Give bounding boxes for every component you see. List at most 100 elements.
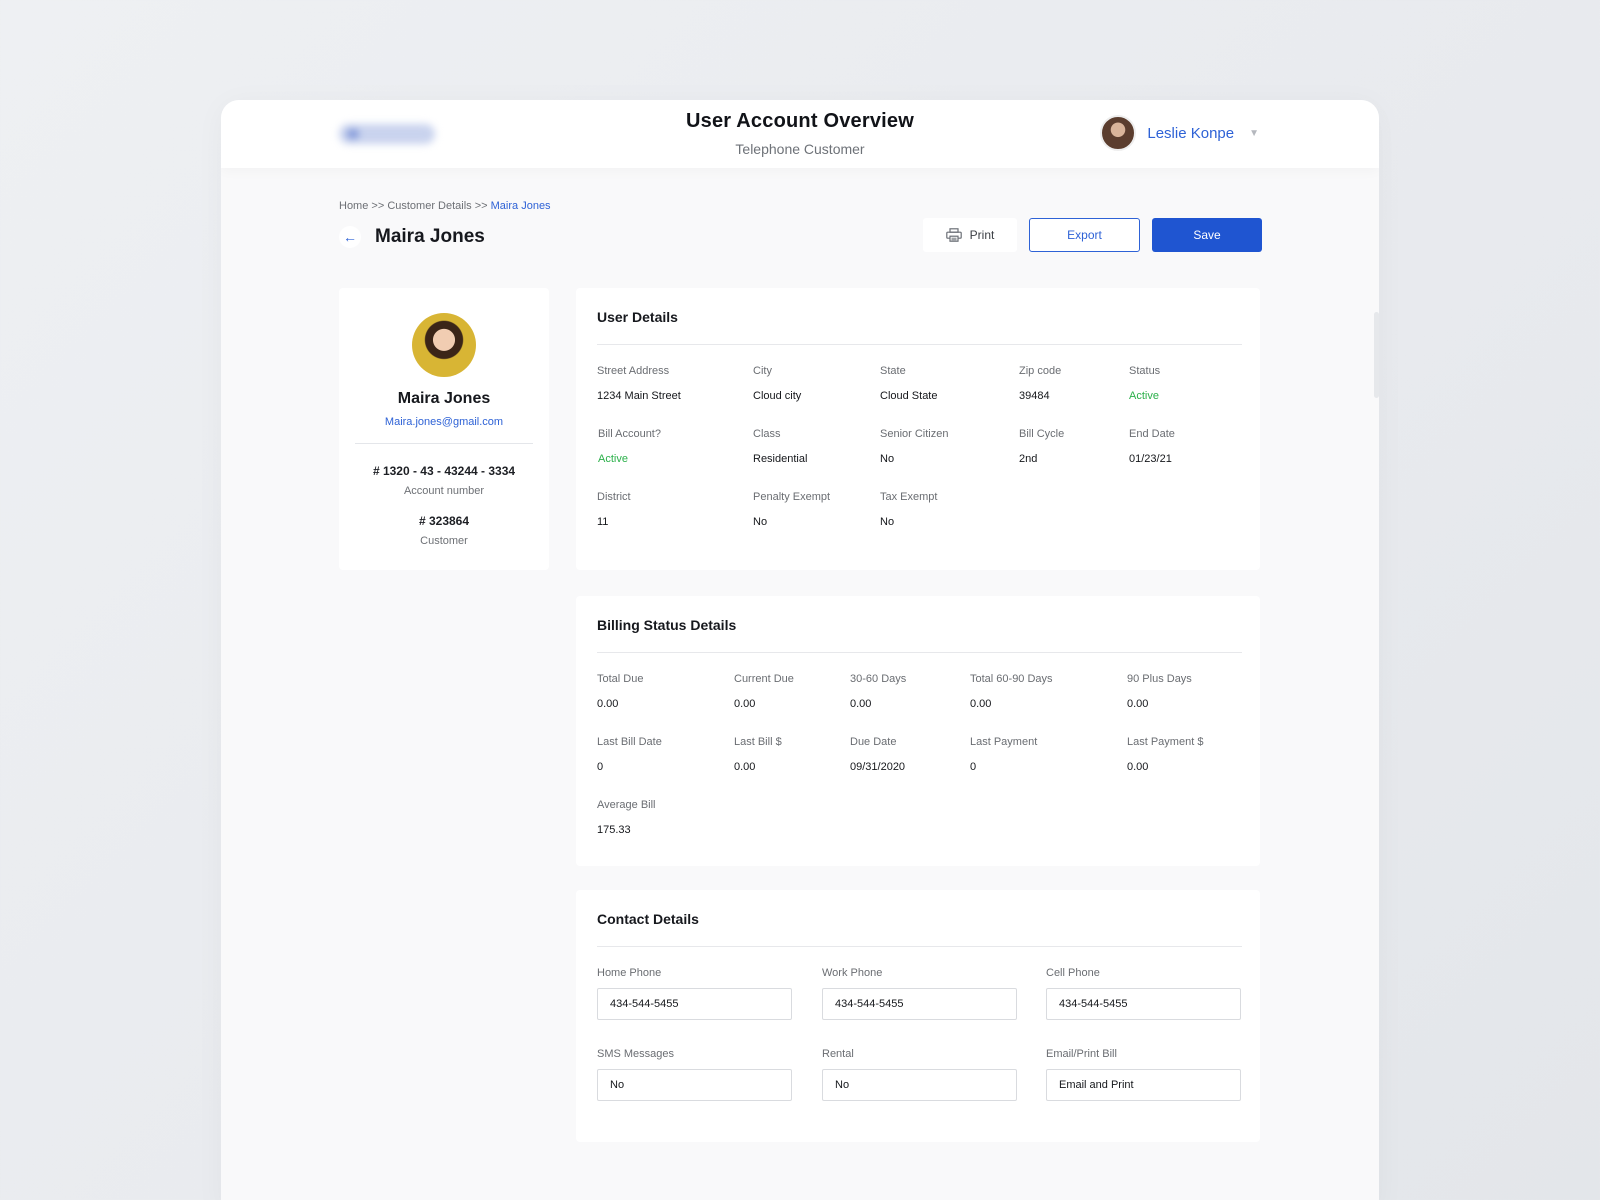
field-class: Class Residential bbox=[753, 428, 807, 465]
email-print-bill-input[interactable]: Email and Print bbox=[1046, 1069, 1241, 1101]
field-value: 175.33 bbox=[597, 824, 631, 836]
page-title: Maira Jones bbox=[375, 226, 485, 247]
field-label: Penalty Exempt bbox=[753, 491, 831, 503]
printer-icon bbox=[945, 228, 962, 242]
profile-name: Maira Jones bbox=[397, 390, 491, 407]
work-phone-input[interactable]: 434-544-5455 bbox=[822, 988, 1017, 1020]
user-details-panel: User Details Street Address 1234 Main St… bbox=[576, 288, 1260, 570]
field-penalty-exempt: Penalty Exempt No bbox=[753, 491, 830, 528]
field-value: 1234 Main Street bbox=[597, 390, 681, 402]
field-value: 0.00 bbox=[734, 698, 756, 710]
work-phone-field: Work Phone 434-544-5455 bbox=[822, 967, 1017, 1020]
profile-email-link[interactable]: Maira.jones@gmail.com bbox=[339, 416, 549, 428]
arrow-left-icon: ← bbox=[343, 229, 357, 245]
field-zip-code: Zip code 39484 bbox=[1019, 365, 1061, 402]
field-bill-cycle: Bill Cycle 2nd bbox=[1019, 428, 1064, 465]
field-value: 0.00 bbox=[850, 698, 872, 710]
field-label: Last Bill Date bbox=[597, 736, 662, 748]
field-last-payment-amount: Last Payment $ 0.00 bbox=[1127, 736, 1203, 773]
field-label: Class bbox=[753, 428, 781, 440]
field-label: City bbox=[753, 365, 772, 377]
field-value: 0.00 bbox=[970, 698, 992, 710]
field-value: No bbox=[753, 516, 768, 528]
field-label: Status bbox=[1129, 365, 1161, 377]
field-label: Last Payment bbox=[970, 736, 1038, 748]
field-value: 0 bbox=[597, 761, 604, 773]
billing-status-panel: Billing Status Details Total Due 0.00 Cu… bbox=[576, 596, 1260, 866]
rental-input[interactable]: No bbox=[822, 1069, 1017, 1101]
save-button[interactable]: Save bbox=[1152, 218, 1262, 252]
field-city: City Cloud city bbox=[753, 365, 801, 402]
field-label: Total Due bbox=[597, 673, 644, 685]
section-title: User Details bbox=[597, 309, 678, 325]
field-label: SMS Messages bbox=[597, 1048, 675, 1060]
sms-messages-field: SMS Messages No bbox=[597, 1048, 792, 1101]
field-value: 0.00 bbox=[734, 761, 756, 773]
breadcrumb: Home >> Customer Details >> Maira Jones bbox=[339, 200, 551, 212]
field-30-60-days: 30-60 Days 0.00 bbox=[850, 673, 906, 710]
cell-phone-input[interactable]: 434-544-5455 bbox=[1046, 988, 1241, 1020]
field-end-date: End Date 01/23/21 bbox=[1129, 428, 1175, 465]
field-last-bill-date: Last Bill Date 0 bbox=[597, 736, 662, 773]
field-status: Status Active bbox=[1129, 365, 1160, 402]
field-label: Last Payment $ bbox=[1127, 736, 1204, 748]
user-menu[interactable]: Leslie Konpe ▼ bbox=[1100, 115, 1259, 151]
export-button[interactable]: Export bbox=[1029, 218, 1140, 252]
home-phone-field: Home Phone 434-544-5455 bbox=[597, 967, 792, 1020]
divider bbox=[355, 443, 533, 444]
field-value: No bbox=[880, 453, 895, 465]
field-last-payment: Last Payment 0 bbox=[970, 736, 1037, 773]
field-value: 2nd bbox=[1019, 453, 1038, 465]
field-label: Average Bill bbox=[597, 799, 656, 811]
back-button[interactable]: ← bbox=[339, 226, 361, 248]
field-value: 0.00 bbox=[597, 698, 619, 710]
print-button[interactable]: Print bbox=[923, 218, 1017, 252]
print-label: Print bbox=[969, 228, 995, 242]
scrollbar[interactable] bbox=[1374, 312, 1379, 398]
field-total-due: Total Due 0.00 bbox=[597, 673, 643, 710]
field-value: Residential bbox=[753, 453, 808, 465]
divider bbox=[597, 946, 1242, 947]
field-value: 39484 bbox=[1019, 390, 1050, 402]
field-label: Street Address bbox=[597, 365, 670, 377]
field-label: 30-60 Days bbox=[850, 673, 907, 685]
field-label: Total 60-90 Days bbox=[970, 673, 1053, 685]
breadcrumb-home[interactable]: Home bbox=[339, 200, 368, 212]
field-label: Current Due bbox=[734, 673, 794, 685]
status-badge: Active bbox=[598, 453, 628, 465]
field-label: District bbox=[597, 491, 631, 503]
user-name[interactable]: Leslie Konpe bbox=[1147, 125, 1234, 142]
field-label: Bill Cycle bbox=[1019, 428, 1065, 440]
breadcrumb-customer-details[interactable]: Customer Details bbox=[387, 200, 471, 212]
account-number-label: Account number bbox=[403, 485, 485, 497]
field-label: Work Phone bbox=[822, 967, 883, 979]
home-phone-input[interactable]: 434-544-5455 bbox=[597, 988, 792, 1020]
field-value: 01/23/21 bbox=[1129, 453, 1172, 465]
app-window: User Account Overview Telephone Customer… bbox=[221, 100, 1379, 1200]
field-district: District 11 bbox=[597, 491, 631, 528]
field-value: 09/31/2020 bbox=[850, 761, 906, 773]
field-label: 90 Plus Days bbox=[1127, 673, 1192, 685]
rental-field: Rental No bbox=[822, 1048, 1017, 1101]
field-value: Cloud city bbox=[753, 390, 802, 402]
chevron-down-icon[interactable]: ▼ bbox=[1249, 128, 1259, 139]
field-value: Cloud State bbox=[880, 390, 938, 402]
field-average-bill: Average Bill 175.33 bbox=[597, 799, 656, 836]
action-toolbar: Print Export Save bbox=[923, 218, 1262, 252]
customer-number: # 323864 bbox=[418, 514, 470, 528]
field-value: 0.00 bbox=[1127, 761, 1149, 773]
field-value: 0 bbox=[970, 761, 977, 773]
cell-phone-field: Cell Phone 434-544-5455 bbox=[1046, 967, 1241, 1020]
avatar[interactable] bbox=[1100, 115, 1137, 151]
field-label: End Date bbox=[1129, 428, 1175, 440]
field-street-address: Street Address 1234 Main Street bbox=[597, 365, 681, 402]
breadcrumb-separator: >> bbox=[471, 200, 491, 212]
sms-messages-input[interactable]: No bbox=[597, 1069, 792, 1101]
field-90-plus-days: 90 Plus Days 0.00 bbox=[1127, 673, 1192, 710]
field-label: Senior Citizen bbox=[880, 428, 949, 440]
breadcrumb-current: Maira Jones bbox=[490, 200, 551, 212]
field-value: 11 bbox=[597, 516, 609, 528]
email-print-bill-field: Email/Print Bill Email and Print bbox=[1046, 1048, 1241, 1101]
page-header: ← Maira Jones bbox=[339, 226, 485, 248]
field-label: State bbox=[880, 365, 906, 377]
